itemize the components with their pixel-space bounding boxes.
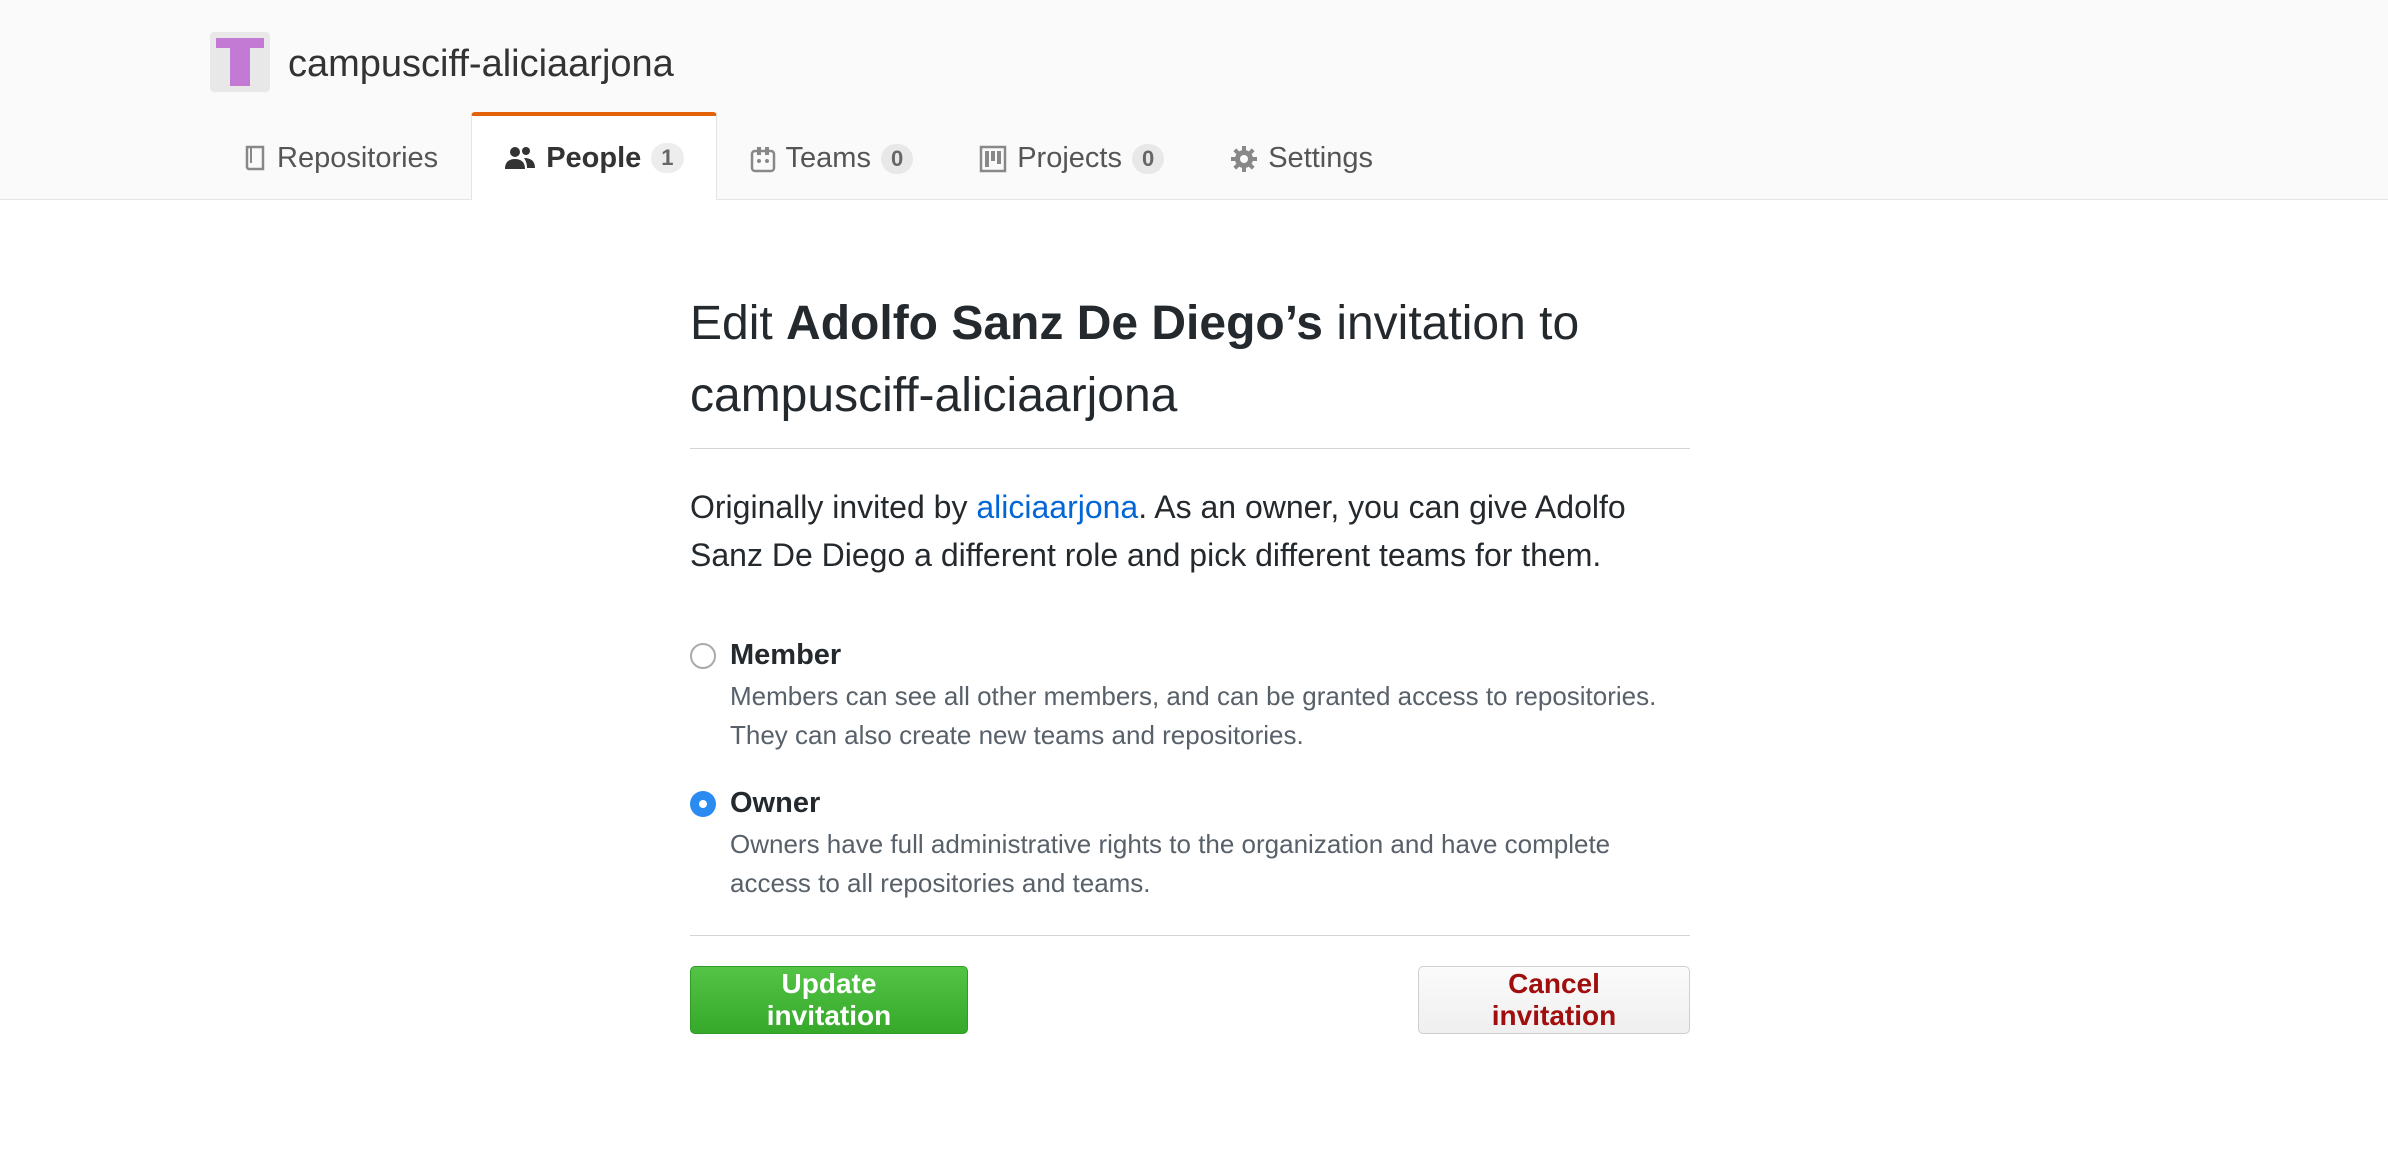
invitee-name: Adolfo Sanz De Diego’s <box>786 297 1323 350</box>
people-icon <box>504 145 536 171</box>
tab-repositories[interactable]: Repositories <box>210 116 471 200</box>
tab-teams[interactable]: Teams 0 <box>717 116 947 200</box>
org-name[interactable]: campusciff-aliciaarjona <box>288 40 674 88</box>
owner-radio[interactable] <box>690 791 716 817</box>
people-count-badge: 1 <box>651 143 684 173</box>
org-avatar[interactable] <box>210 32 270 92</box>
tab-label: Settings <box>1268 142 1374 174</box>
tab-label: Projects <box>1017 142 1122 174</box>
form-actions: Update invitation Cancel invitation <box>690 966 1690 1034</box>
invitation-intro: Originally invited by aliciaarjona. As a… <box>690 483 1690 579</box>
tab-label: Teams <box>785 142 871 174</box>
org-nav-tabs: Repositories People 1 Teams 0 Projects 0 <box>210 112 1406 200</box>
role-description: Owners have full administrative rights t… <box>730 829 1611 898</box>
role-title: Member <box>730 639 842 671</box>
role-option-member[interactable]: Member Members can see all other members… <box>690 635 1690 755</box>
role-options: Member Members can see all other members… <box>690 635 1690 903</box>
role-title: Owner <box>730 787 821 819</box>
update-invitation-button[interactable]: Update invitation <box>690 966 968 1034</box>
role-description: Members can see all other members, and c… <box>730 681 1657 750</box>
tab-label: Repositories <box>277 142 439 174</box>
title-prefix: Edit <box>690 297 787 350</box>
tab-people[interactable]: People 1 <box>471 112 717 200</box>
form-divider <box>690 935 1690 936</box>
tab-settings[interactable]: Settings <box>1197 116 1406 200</box>
gear-icon <box>1230 145 1258 173</box>
teams-icon <box>750 145 776 173</box>
role-option-owner[interactable]: Owner Owners have full administrative ri… <box>690 783 1690 903</box>
projects-count-badge: 0 <box>1131 143 1165 174</box>
inviter-link[interactable]: aliciaarjona <box>976 489 1138 525</box>
member-radio[interactable] <box>690 643 716 669</box>
invitation-edit-form: Edit Adolfo Sanz De Diego’s invitation t… <box>690 200 1690 1034</box>
projects-icon <box>979 145 1007 173</box>
teams-count-badge: 0 <box>880 143 914 174</box>
tab-projects[interactable]: Projects 0 <box>946 116 1197 200</box>
cancel-invitation-button[interactable]: Cancel invitation <box>1418 966 1690 1034</box>
tab-label: People <box>546 141 642 174</box>
org-header: campusciff-aliciaarjona Repositories Peo… <box>0 0 2388 200</box>
repo-icon <box>243 145 267 173</box>
page-title: Edit Adolfo Sanz De Diego’s invitation t… <box>690 288 1690 449</box>
intro-prefix: Originally invited by <box>690 489 977 525</box>
